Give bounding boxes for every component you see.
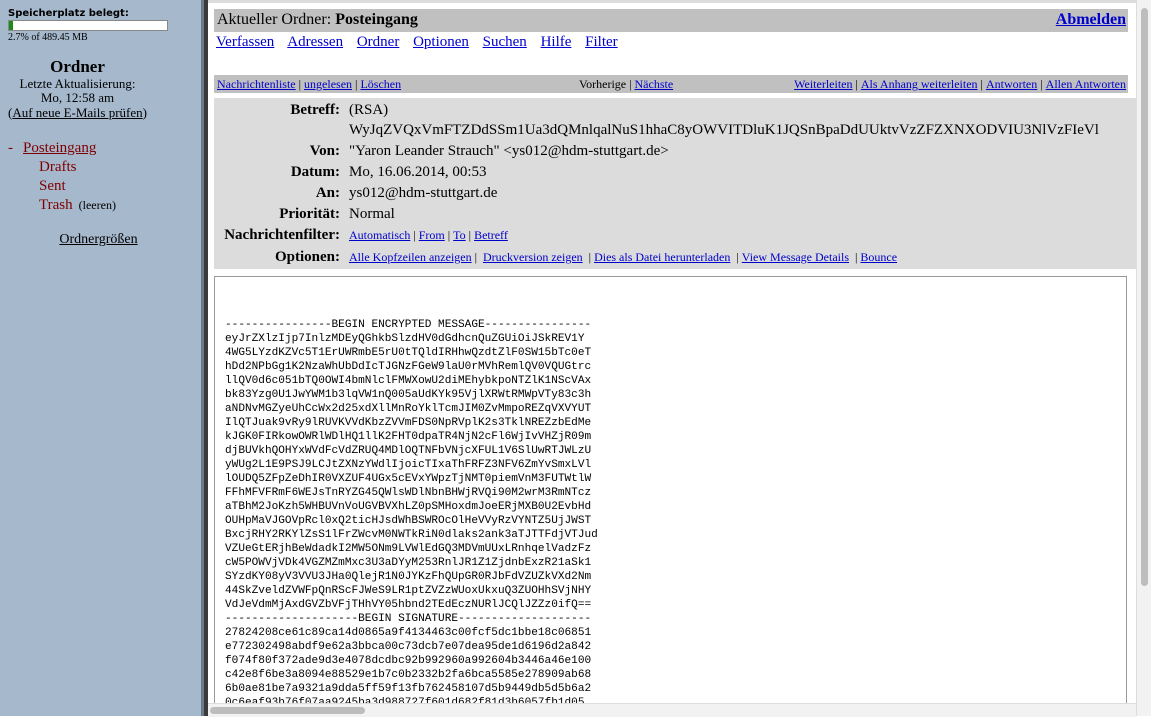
- nav-filter[interactable]: Filter: [585, 34, 618, 50]
- filter-subject-link[interactable]: Betreff: [474, 228, 508, 242]
- nav-options[interactable]: Optionen: [413, 34, 469, 50]
- separator: |: [298, 77, 302, 91]
- to-label: An:: [315, 185, 340, 201]
- date-value: Mo, 16.06.2014, 00:53: [349, 164, 487, 180]
- folder-link-drafts[interactable]: Drafts: [39, 159, 77, 175]
- folder-list: - Posteingang Drafts Sent Trash (leeren): [8, 139, 116, 215]
- quota-bar: [8, 20, 168, 31]
- message-actions-right: Weiterleiten | Als Anhang weiterleiten | Ant…: [794, 75, 1126, 93]
- folder-sidebar: Speicherplatz belegt: 2.7% of 489.45 MB …: [0, 0, 201, 716]
- quota-text: 2.7% of 489.45 MB: [8, 32, 88, 43]
- priority-value: Normal: [349, 206, 395, 222]
- title-bar: Aktueller Ordner: Posteingang Abmelden: [214, 9, 1128, 32]
- reply-link[interactable]: Antworten: [986, 77, 1037, 91]
- next-link[interactable]: Nächste: [635, 77, 674, 91]
- last-update: Letzte Aktualisierung: Mo, 12:58 am: [0, 77, 155, 105]
- filter-to-link[interactable]: To: [453, 228, 466, 242]
- message-view: Aktueller Ordner: Posteingang Abmelden V…: [208, 0, 1151, 717]
- priority-label: Priorität:: [279, 206, 340, 222]
- separator: |: [629, 77, 632, 91]
- check-mail-link[interactable]: Auf neue E-Mails prüfen: [12, 105, 142, 120]
- folder-collapse-toggle[interactable]: -: [8, 139, 13, 158]
- separator: |: [447, 228, 451, 242]
- top-line: [208, 0, 1143, 3]
- filter-label: Nachrichtenfilter:: [224, 227, 340, 243]
- to-value: ys012@hdm-stuttgart.de: [349, 185, 498, 201]
- forward-link[interactable]: Weiterleiten: [794, 77, 852, 91]
- filter-auto-link[interactable]: Automatisch: [349, 228, 410, 242]
- separator: |: [855, 77, 858, 91]
- view-details-link[interactable]: View Message Details: [742, 250, 849, 264]
- show-all-headers-link[interactable]: Alle Kopfzeilen anzeigen: [349, 250, 472, 264]
- folder-item-sent: Sent: [8, 177, 116, 196]
- separator: |: [1040, 77, 1043, 91]
- subject-value-line2: WyJqZVQxVmFTZDdSSm1Ua3dQMnlqalNuS1hhaC8y…: [349, 122, 1099, 138]
- folder-sizes: Ordnergrößen: [0, 232, 197, 248]
- last-update-time: Mo, 12:58 am: [40, 90, 115, 105]
- separator: |: [355, 77, 358, 91]
- forward-as-attachment-link[interactable]: Als Anhang weiterleiten: [861, 77, 978, 91]
- date-label: Datum:: [290, 164, 340, 180]
- from-label: Von:: [309, 143, 340, 159]
- separator: |: [855, 250, 858, 264]
- separator: |: [468, 228, 472, 242]
- nav-folders[interactable]: Ordner: [357, 34, 399, 50]
- message-headers: Betreff: (RSA) WyJqZVQxVmFTZDdSSm1Ua3dQM…: [214, 98, 1140, 269]
- filter-links: Automatisch | From | To | Betreff: [349, 228, 508, 243]
- quota-fill: [9, 21, 14, 30]
- from-value: "Yaron Leander Strauch" <ys012@hdm-stutt…: [349, 143, 669, 159]
- separator: |: [474, 250, 478, 264]
- current-folder: Aktueller Ordner: Posteingang: [217, 11, 418, 29]
- subject-label: Betreff:: [290, 102, 340, 118]
- main-nav: Verfassen Adressen Ordner Optionen Suche…: [216, 34, 628, 51]
- option-links: Alle Kopfzeilen anzeigen | Druckversion z…: [349, 250, 897, 265]
- folder-sizes-link[interactable]: Ordnergrößen: [59, 232, 137, 247]
- nav-search[interactable]: Suchen: [483, 34, 527, 50]
- nav-addresses[interactable]: Adressen: [287, 34, 343, 50]
- nav-compose[interactable]: Verfassen: [216, 34, 274, 50]
- folder-link-sent[interactable]: Sent: [39, 178, 66, 194]
- vertical-scroll-thumb[interactable]: [1141, 8, 1148, 586]
- subject-value-line1: (RSA): [349, 102, 389, 118]
- current-folder-name: Posteingang: [335, 11, 418, 28]
- message-body-text: ----------------BEGIN ENCRYPTED MESSAGE-…: [225, 319, 598, 709]
- folder-link-trash[interactable]: Trash: [39, 197, 73, 213]
- bounce-link[interactable]: Bounce: [860, 250, 897, 264]
- separator: |: [980, 77, 983, 91]
- nav-help[interactable]: Hilfe: [541, 34, 572, 50]
- message-body: ----------------BEGIN ENCRYPTED MESSAGE-…: [214, 276, 1127, 716]
- filter-from-link[interactable]: From: [419, 228, 445, 242]
- mark-unread-link[interactable]: ungelesen: [304, 77, 352, 91]
- message-actions-left: Nachrichtenliste | ungelesen | Löschen: [217, 75, 401, 93]
- separator: |: [588, 250, 592, 264]
- folder-item-trash: Trash (leeren): [8, 196, 116, 215]
- download-as-file-link[interactable]: Dies als Datei herunterladen: [594, 250, 730, 264]
- folder-item-inbox: - Posteingang: [8, 139, 116, 158]
- delete-link[interactable]: Löschen: [360, 77, 401, 91]
- previous-label: Vorherige: [579, 77, 627, 91]
- horizontal-scroll-thumb[interactable]: [210, 707, 365, 714]
- last-update-label: Letzte Aktualisierung:: [19, 76, 136, 91]
- message-list-link[interactable]: Nachrichtenliste: [217, 77, 296, 91]
- folders-title: Ordner: [50, 57, 105, 76]
- folder-link-inbox[interactable]: Posteingang: [23, 140, 96, 156]
- message-actions-bar: Nachrichtenliste | ungelesen | Löschen Vorhe…: [214, 75, 1128, 93]
- check-mail-close-paren: ): [142, 105, 147, 120]
- quota-label: Speicherplatz belegt:: [8, 8, 129, 19]
- folder-item-drafts: Drafts: [8, 158, 116, 177]
- horizontal-scrollbar[interactable]: [208, 703, 1136, 717]
- current-folder-label: Aktueller Ordner:: [217, 11, 332, 28]
- options-label: Optionen:: [274, 249, 340, 265]
- reply-all-link[interactable]: Allen Antworten: [1046, 77, 1126, 91]
- print-view-link[interactable]: Druckversion zeigen: [483, 250, 583, 264]
- purge-trash-link[interactable]: (leeren): [79, 198, 116, 212]
- separator: |: [413, 228, 416, 242]
- message-actions-center: Vorherige | Nächste: [579, 75, 673, 93]
- check-mail: (Auf neue E-Mails prüfen): [0, 105, 155, 121]
- separator: |: [736, 250, 739, 264]
- vertical-scrollbar[interactable]: [1136, 0, 1151, 716]
- logout-link[interactable]: Abmelden: [1056, 11, 1126, 29]
